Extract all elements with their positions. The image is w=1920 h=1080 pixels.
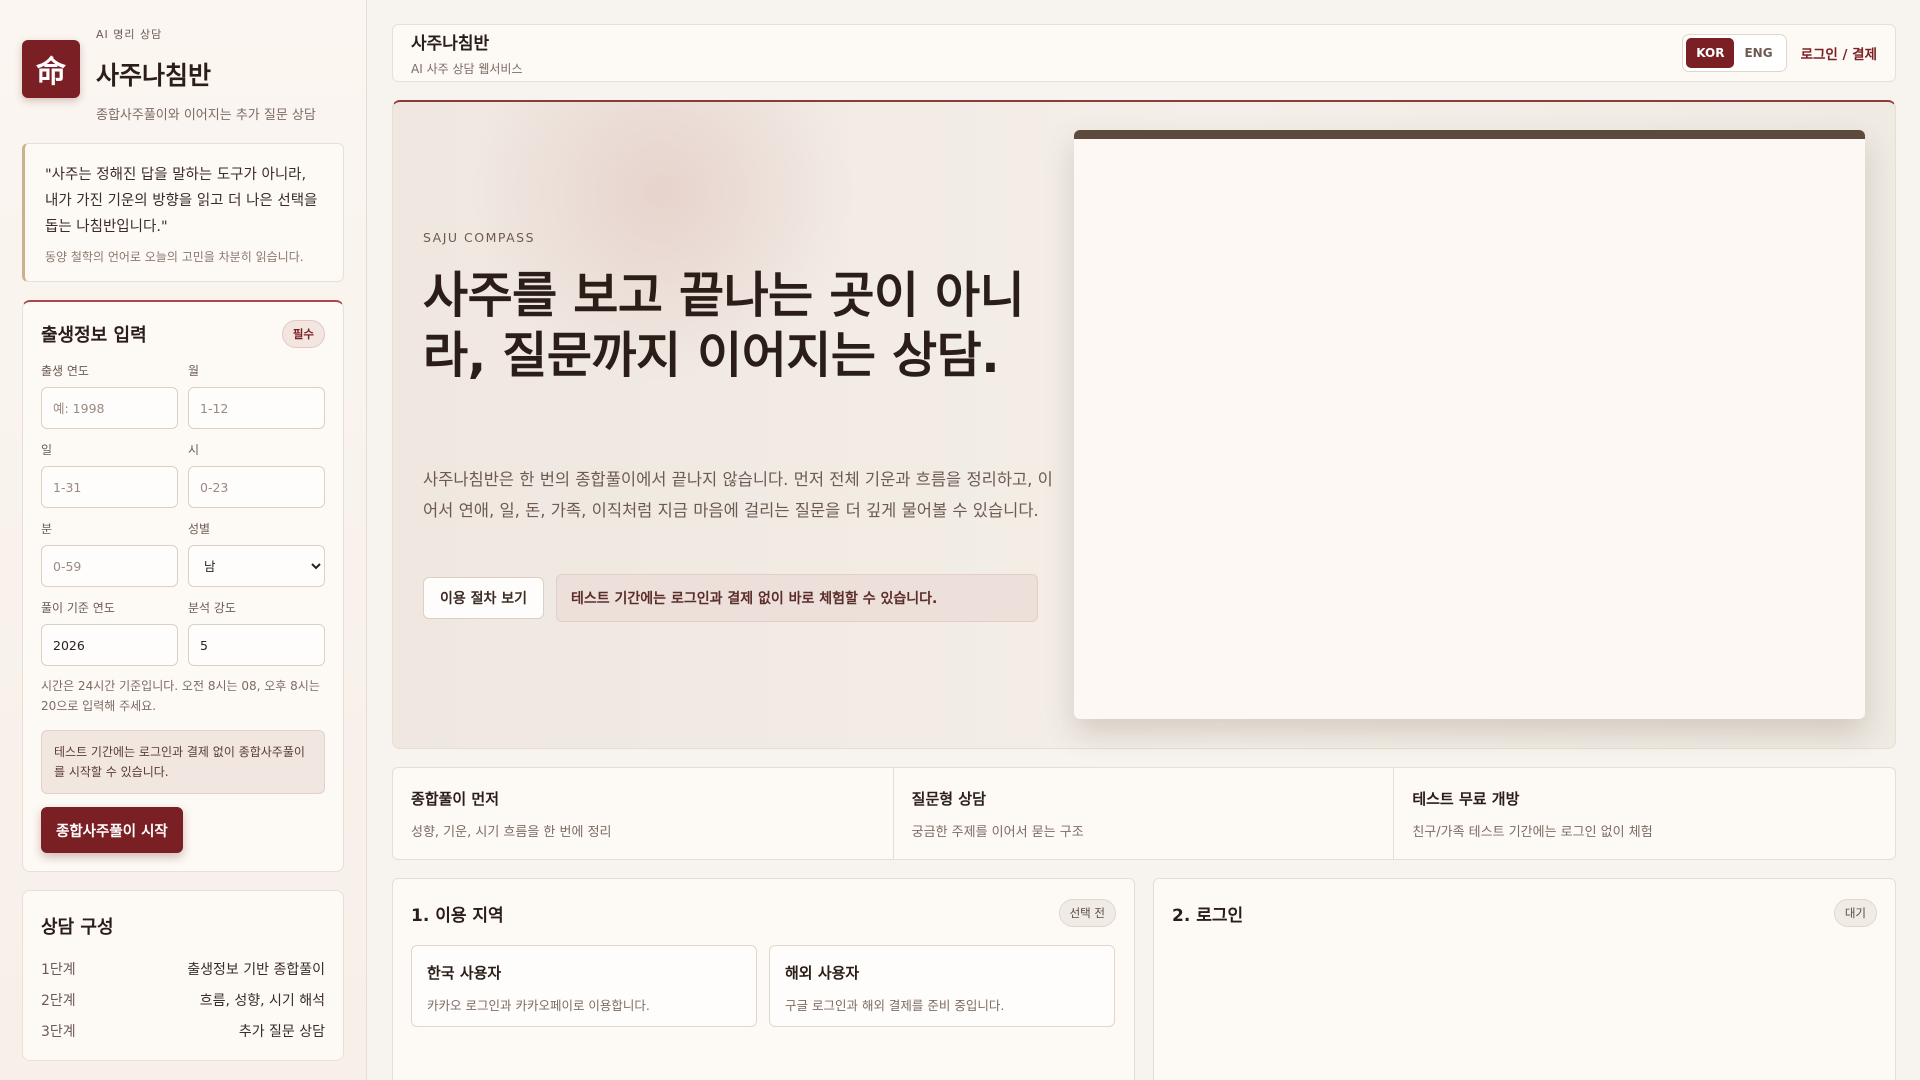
step-key: 1단계 [41,961,76,978]
form-header: 출생정보 입력 필수 [41,320,325,348]
quote-text: "사주는 정해진 답을 말하는 도구가 아니라, 내가 가진 기운의 방향을 읽… [45,167,318,235]
field-birth-day: 일 [41,441,178,508]
field-birth-year: 출생 연도 [41,362,178,429]
birth-minute-label: 분 [41,522,53,536]
region-status-badge: 선택 전 [1058,899,1116,927]
topbar-title: 사주나침반 [411,34,490,54]
field-base-year: 풀이 기준 연도 [41,599,178,666]
brand-subtitle: 종합사주풀이와 이어지는 추가 질문 상담 [96,108,316,123]
brand-logo-icon: 命 [22,40,80,98]
field-birth-month: 월 [188,362,325,429]
login-panel: 2. 로그인 대기 [1153,878,1896,1080]
birth-month-label: 월 [188,364,200,378]
feature-item: 종합풀이 먼저 성향, 기운, 시기 흐름을 한 번에 정리 [393,768,894,860]
setup-panels: 1. 이용 지역 선택 전 한국 사용자 카카오 로그인과 카카오페이로 이용합… [392,878,1896,1080]
feature-desc: 친구/가족 테스트 기간에는 로그인 없이 체험 [1412,825,1653,840]
quote-card: "사주는 정해진 답을 말하는 도구가 아니라, 내가 가진 기운의 방향을 읽… [22,143,344,282]
field-gender: 성별 남 [188,520,325,587]
birth-hour-label: 시 [188,443,200,457]
start-reading-button[interactable]: 종합사주풀이 시작 [41,807,183,853]
language-toggle: KOR ENG [1682,34,1787,72]
region-option-desc: 카카오 로그인과 카카오페이로 이용합니다. [427,998,650,1013]
login-panel-title: 2. 로그인 [1172,905,1244,926]
intensity-label: 분석 강도 [188,601,236,615]
step-row: 2단계 흐름, 성향, 시기 해석 [41,984,325,1015]
region-panel-title: 1. 이용 지역 [411,905,504,926]
test-notice: 테스트 기간에는 로그인과 결제 없이 종합사주풀이를 시작할 수 있습니다. [41,730,325,794]
region-option-title: 한국 사용자 [427,964,502,982]
brand-title: 사주나침반 [96,61,212,90]
feature-title: 종합풀이 먼저 [411,790,500,808]
topbar-brand: 사주나침반 AI 사주 상담 웹서비스 [411,29,523,77]
region-options: 한국 사용자 카카오 로그인과 카카오페이로 이용합니다. 해외 사용자 구글 … [411,945,1116,1027]
region-option-title: 해외 사용자 [785,964,860,982]
brand: 命 AI 명리 상담 사주나침반 종합사주풀이와 이어지는 추가 질문 상담 [22,22,344,123]
birth-hour-input[interactable] [188,466,325,508]
region-panel-header: 1. 이용 지역 선택 전 [411,899,1116,927]
birth-day-label: 일 [41,443,53,457]
login-panel-header: 2. 로그인 대기 [1172,899,1877,927]
feature-desc: 궁금한 주제를 이어서 묻는 구조 [911,825,1084,840]
region-option-overseas[interactable]: 해외 사용자 구글 로그인과 해외 결제를 준비 중입니다. [769,945,1115,1027]
topbar-actions: KOR ENG 로그인 / 결제 [1682,34,1877,72]
hero-test-note: 테스트 기간에는 로그인과 결제 없이 바로 체험할 수 있습니다. [556,574,1039,622]
brand-eyebrow: AI 명리 상담 [96,28,163,41]
view-process-button[interactable]: 이용 절차 보기 [423,577,545,619]
hero-actions: 이용 절차 보기 테스트 기간에는 로그인과 결제 없이 바로 체험할 수 있습… [423,574,1039,622]
lang-kor-button[interactable]: KOR [1686,38,1735,68]
birth-year-input[interactable] [41,387,178,429]
login-status-badge: 대기 [1833,899,1877,927]
feature-item: 테스트 무료 개방 친구/가족 테스트 기간에는 로그인 없이 체험 [1394,768,1895,860]
feature-item: 질문형 상담 궁금한 주제를 이어서 묻는 구조 [894,768,1395,860]
field-birth-hour: 시 [188,441,325,508]
field-birth-minute: 분 [41,520,178,587]
birth-month-input[interactable] [188,387,325,429]
gender-label: 성별 [188,522,211,536]
topbar: 사주나침반 AI 사주 상담 웹서비스 KOR ENG 로그인 / 결제 [392,24,1896,82]
step-value: 추가 질문 상담 [238,1023,325,1040]
steps-title: 상담 구성 [41,917,114,938]
field-intensity: 분석 강도 [188,599,325,666]
step-key: 2단계 [41,992,76,1009]
topbar-subtitle: AI 사주 상담 웹서비스 [411,62,523,76]
step-value: 출생정보 기반 종합풀이 [187,961,325,978]
quote-note: 동양 철학의 언어로 오늘의 고민을 차분히 읽습니다. [45,250,304,264]
main-content: 사주나침반 AI 사주 상담 웹서비스 KOR ENG 로그인 / 결제 SAJ… [392,24,1896,1080]
features-strip: 종합풀이 먼저 성향, 기운, 시기 흐름을 한 번에 정리 질문형 상담 궁금… [392,767,1896,860]
sidebar: 命 AI 명리 상담 사주나침반 종합사주풀이와 이어지는 추가 질문 상담 "… [0,0,367,1080]
step-row: 3단계 추가 질문 상담 [41,1015,325,1046]
region-panel: 1. 이용 지역 선택 전 한국 사용자 카카오 로그인과 카카오페이로 이용합… [392,878,1135,1080]
birth-day-input[interactable] [41,466,178,508]
intensity-input[interactable] [188,624,325,666]
birth-year-label: 출생 연도 [41,364,89,378]
step-key: 3단계 [41,1023,76,1040]
base-year-label: 풀이 기준 연도 [41,601,115,615]
birth-info-form: 출생정보 입력 필수 출생 연도 월 일 시 분 [22,300,344,872]
required-badge: 필수 [281,320,325,348]
hero-description: 사주나침반은 한 번의 종합풀이에서 끝나지 않습니다. 먼저 전체 기운과 흐… [423,470,1053,520]
region-option-korea[interactable]: 한국 사용자 카카오 로그인과 카카오페이로 이용합니다. [411,945,757,1027]
login-payment-link[interactable]: 로그인 / 결제 [1801,43,1877,63]
step-row: 1단계 출생정보 기반 종합풀이 [41,953,325,984]
hero-section: SAJU COMPASS 사주를 보고 끝나는 곳이 아니라, 질문까지 이어지… [392,100,1896,749]
gender-select[interactable]: 남 [188,545,325,587]
feature-title: 테스트 무료 개방 [1412,790,1520,808]
steps-card: 상담 구성 1단계 출생정보 기반 종합풀이 2단계 흐름, 성향, 시기 해석… [22,890,344,1061]
base-year-input[interactable] [41,624,178,666]
hero-title: 사주를 보고 끝나는 곳이 아니라, 질문까지 이어지는 상담. [423,267,1025,384]
brand-text: AI 명리 상담 사주나침반 종합사주풀이와 이어지는 추가 질문 상담 [96,22,316,123]
hero-image-panel [1074,130,1865,719]
region-option-desc: 구글 로그인과 해외 결제를 준비 중입니다. [785,998,1005,1013]
feature-title: 질문형 상담 [911,790,986,808]
hero-eyebrow: SAJU COMPASS [423,230,536,245]
lang-eng-button[interactable]: ENG [1734,38,1782,68]
form-title: 출생정보 입력 [41,325,147,346]
feature-desc: 성향, 기운, 시기 흐름을 한 번에 정리 [411,825,612,840]
birth-minute-input[interactable] [41,545,178,587]
form-grid: 출생 연도 월 일 시 분 성별 남 [41,362,325,678]
step-value: 흐름, 성향, 시기 해석 [199,992,325,1009]
time-hint: 시간은 24시간 기준입니다. 오전 8시는 08, 오후 8시는 20으로 입… [41,679,320,713]
